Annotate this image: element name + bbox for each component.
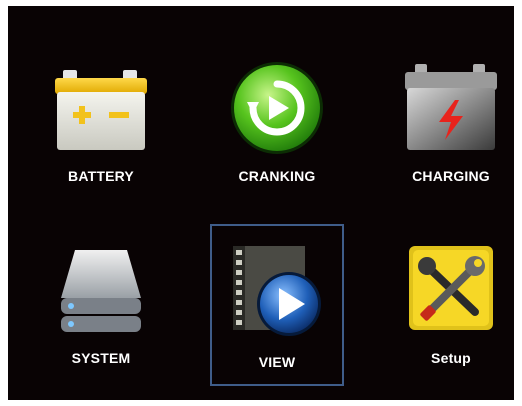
menu-item-cranking[interactable]: CRANKING: [212, 46, 342, 196]
battery-icon: [55, 70, 147, 150]
menu-screen: BATTERY CRANKING CHARGING SYSTEM VIEW Se…: [8, 6, 514, 400]
menu-item-view[interactable]: VIEW: [210, 224, 344, 386]
menu-item-label: VIEW: [258, 354, 296, 370]
menu-item-setup[interactable]: Setup: [386, 226, 516, 376]
menu-item-label: BATTERY: [68, 168, 134, 184]
system-icon: [61, 250, 141, 332]
menu-item-label: CRANKING: [238, 168, 316, 184]
cranking-icon: [231, 62, 323, 154]
charging-icon: [405, 64, 497, 150]
menu-item-charging[interactable]: CHARGING: [386, 46, 516, 196]
menu-item-label: Setup: [431, 350, 471, 366]
view-icon: [233, 246, 321, 336]
menu-item-system[interactable]: SYSTEM: [36, 226, 166, 376]
setup-icon: [409, 246, 493, 330]
menu-item-label: CHARGING: [412, 168, 490, 184]
menu-item-battery[interactable]: BATTERY: [36, 46, 166, 196]
menu-item-label: SYSTEM: [71, 350, 131, 366]
